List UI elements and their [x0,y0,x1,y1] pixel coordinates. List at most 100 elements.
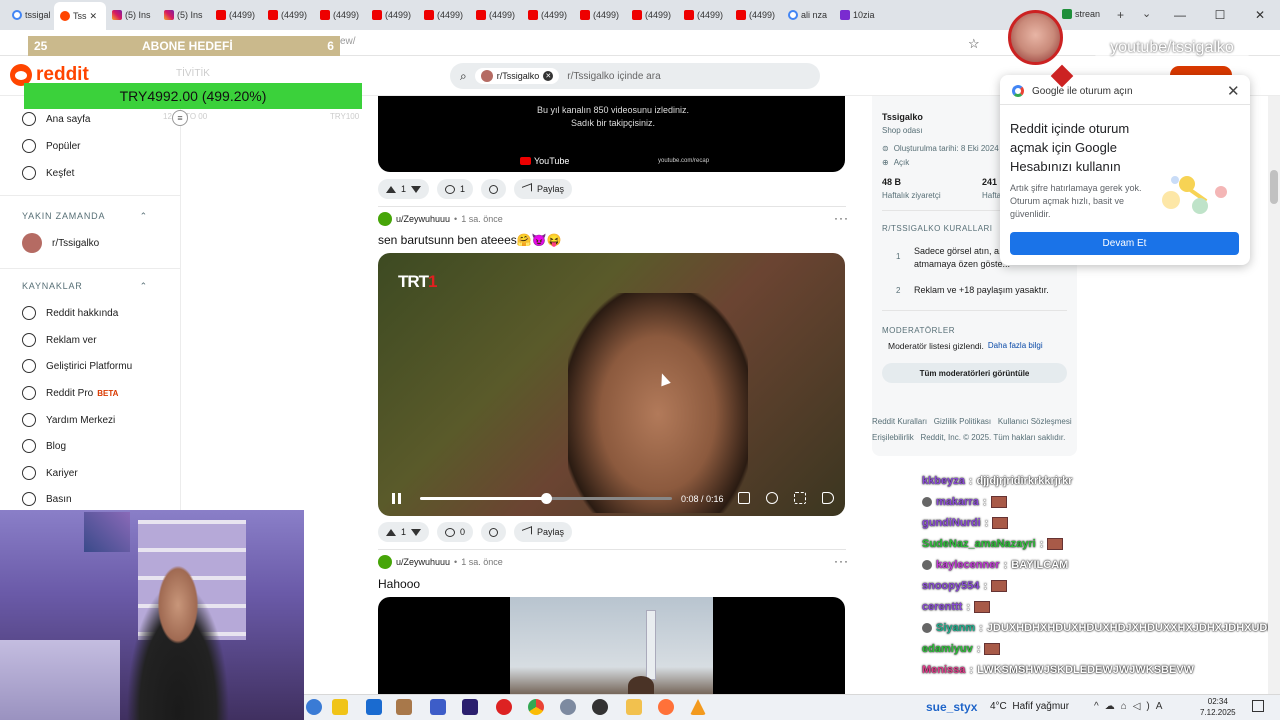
moderators-more-link[interactable]: Daha fazla bilgi [988,341,1043,351]
video-seek-handle[interactable] [541,493,552,504]
taskbar-obs-icon[interactable] [592,699,608,715]
settings-gear-icon[interactable] [766,492,778,504]
close-window-icon[interactable]: ✕ [1240,8,1280,22]
volume-icon[interactable] [822,492,834,504]
post-author[interactable]: u/Zeywuhuuu [396,557,450,567]
taskbar-premiere-icon[interactable] [462,699,478,715]
post-title[interactable]: Hahooo [378,577,420,591]
browser-tab[interactable]: (4499) [366,4,418,26]
chip-close-icon[interactable]: ✕ [543,71,554,81]
share-button[interactable]: Paylaş [514,522,573,542]
sidebar-item-blog[interactable]: Blog [22,439,66,453]
taskbar-chrome-icon[interactable] [528,699,544,715]
rule-item[interactable]: Sadece görsel atın, a... atmamaya özen g… [914,245,1014,271]
chevron-up-icon[interactable]: ⌃ [140,211,148,222]
sidebar-item-advertise[interactable]: Reklam ver [22,333,97,347]
footer-links[interactable]: Reddit Kuralları Gizlilik Politikası Kul… [872,417,1072,426]
post-options-icon[interactable]: ··· [834,211,849,225]
post-options-icon[interactable]: ··· [834,554,849,568]
award-button[interactable] [481,179,507,199]
weather-widget[interactable]: 4°C Hafif yağmur [990,701,1069,712]
taskbar-folder-icon[interactable] [626,699,642,715]
taskbar-firefox-icon[interactable] [658,699,674,715]
sidebar-item-about[interactable]: Reddit hakkında [22,306,118,320]
url-text[interactable]: ew/ [340,36,356,47]
sidebar-item-recent-community[interactable]: r/Tssigalko [22,233,99,253]
captions-icon[interactable] [738,492,750,504]
downvote-icon[interactable] [411,185,422,193]
pause-icon[interactable] [392,493,401,504]
search-bar[interactable]: ⌕ r/Tssigalko ✕ r/Tssigalko içinde ara [450,63,820,89]
sidebar-item-pro[interactable]: Reddit Pro BETA [22,386,118,400]
browser-tab[interactable]: ali nza [782,4,834,26]
browser-tab[interactable]: (5) Ins [106,4,158,26]
minimize-icon[interactable]: — [1160,8,1200,22]
sidebar-item-career[interactable]: Kariyer [22,466,78,480]
recent-section-header[interactable]: YAKIN ZAMANDA ⌃ [22,211,148,222]
browser-tab[interactable]: Tss ✕ [54,2,106,30]
sidebar-item-popular[interactable]: Popüler [22,139,80,153]
downvote-icon[interactable] [411,528,422,536]
vote-control[interactable]: 1 [378,179,430,199]
browser-tab[interactable]: (4499) [678,4,730,26]
bookmark-star-icon[interactable]: ☆ [968,36,980,52]
continue-button[interactable]: Devam Et [1010,232,1239,255]
post-author[interactable]: u/Zeywuhuuu [396,214,450,224]
user-avatar[interactable] [378,212,392,226]
browser-tab[interactable]: (4499) [314,4,366,26]
rule-item[interactable]: Reklam ve +18 paylaşım yasaktır. [914,285,1049,295]
taskbar-app-icon[interactable] [430,699,446,715]
browser-tab[interactable]: (4499) [210,4,262,26]
taskbar-clock[interactable]: 02:34 7.12.2025 [1200,696,1236,718]
sidebar-item-home[interactable]: Ana sayfa [22,112,90,126]
chat-message: SudeNaz_amaNazayri: [922,538,1064,550]
taskbar-start-icon[interactable] [332,699,348,715]
sidebar-item-press[interactable]: Basın [22,492,72,506]
maximize-icon[interactable]: ☐ [1200,8,1240,22]
user-avatar[interactable] [378,555,392,569]
taskbar-app-icon[interactable] [560,699,576,715]
taskbar-edge-icon[interactable] [306,699,322,715]
award-button[interactable] [481,522,507,542]
browser-tab[interactable]: (4499) [418,4,470,26]
scrollbar-thumb[interactable] [1270,170,1278,204]
browser-tab[interactable]: tssigal [6,4,54,26]
browser-tab-stream[interactable]: strean [1075,9,1100,19]
browser-tab[interactable]: (4499) [626,4,678,26]
chevron-up-icon[interactable]: ⌃ [140,281,148,292]
chat-message: Menissa: LWKSMSHWJSKDLEDEWJWJWKSBEVW [922,664,1195,676]
browser-tab[interactable]: (4499) [522,4,574,26]
tab-search-icon[interactable]: ⌄ [1142,7,1151,20]
system-tray-icons[interactable]: ^☁⌂◁)A [1094,701,1168,712]
share-button[interactable]: Paylaş [514,179,573,199]
browser-tab[interactable]: 10zia [834,4,886,26]
notifications-icon[interactable] [1252,700,1264,712]
new-tab-icon[interactable]: + [1117,8,1124,22]
post-video-player[interactable] [378,253,845,516]
search-community-chip[interactable]: r/Tssigalko ✕ [474,68,560,84]
sidebar-item-explore[interactable]: Keşfet [22,166,74,180]
sidebar-item-developer[interactable]: Geliştirici Platformu [22,359,132,373]
close-icon[interactable]: ✕ [1227,82,1240,100]
search-input[interactable]: r/Tssigalko içinde ara [567,71,660,82]
browser-tab[interactable]: (4499) [730,4,782,26]
comments-button[interactable]: 0 [437,522,474,542]
taskbar-outlook-icon[interactable] [366,699,382,715]
upvote-icon[interactable] [386,185,396,193]
view-moderators-button[interactable]: Tüm moderatörleri görüntüle [882,363,1067,383]
browser-tab[interactable]: (5) Ins [158,4,210,26]
resources-section-header[interactable]: KAYNAKLAR ⌃ [22,281,148,292]
post-title[interactable]: sen barutsunn ben ateees🤗😈😝 [378,233,562,247]
vote-control[interactable]: 1 [378,522,430,542]
fullscreen-icon[interactable] [794,492,806,504]
upvote-icon[interactable] [386,528,396,536]
tab-close-icon[interactable]: ✕ [90,11,98,22]
browser-tab[interactable]: (4499) [574,4,626,26]
collapse-sidebar-icon[interactable]: ≡ [172,110,188,126]
comments-button[interactable]: 1 [437,179,474,199]
taskbar-app-icon[interactable] [396,699,412,715]
taskbar-opera-icon[interactable] [496,699,512,715]
browser-tab[interactable]: (4499) [262,4,314,26]
browser-tab[interactable]: (4499) [470,4,522,26]
sidebar-item-help[interactable]: Yardım Merkezi [22,413,115,427]
